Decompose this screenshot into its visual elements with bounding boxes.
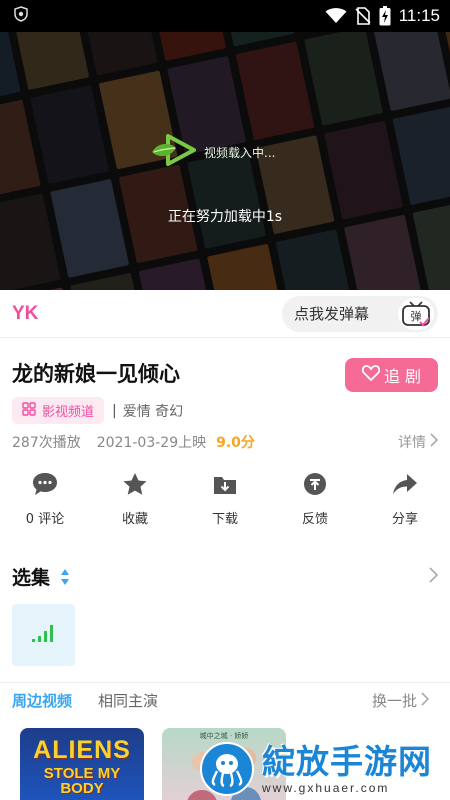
yk-logo: YK [12, 302, 39, 324]
chevron-right-icon [421, 691, 430, 710]
show-stats: 287次播放 2021-03-29上映 9.0分 详情 [12, 432, 439, 452]
episode-item[interactable] [12, 604, 75, 666]
wifi-icon [325, 8, 347, 24]
comment-label: 0 评论 [25, 512, 65, 527]
tab-related-videos[interactable]: 周边视频 [12, 690, 72, 711]
score: 9.0分 [216, 435, 255, 451]
play-count: 287次播放 [12, 435, 81, 451]
watermark-brand: 綻放手游网 [262, 742, 432, 781]
refresh-button[interactable]: 换一批 [372, 690, 430, 711]
danmaku-bar: YK 点我发弹幕 弹 [0, 290, 450, 338]
episodes-header: 选集 [12, 563, 439, 590]
playing-bars-icon [31, 623, 57, 647]
release-date: 2021-03-29上映 [96, 435, 207, 451]
comment-icon [32, 472, 58, 500]
heart-icon [361, 365, 381, 385]
related-video-thumbnail[interactable]: ALIENS STOLE MY BODY [20, 728, 144, 800]
battery-charging-icon [379, 6, 391, 26]
shield-notification-icon [14, 6, 28, 26]
share-label: 分享 [391, 512, 418, 527]
thumbnail-subtitle: STOLE MY BODY [20, 766, 144, 796]
show-tags: 影视频道 | 爱情 奇幻 [12, 397, 183, 424]
svg-text:弹: 弹 [411, 309, 422, 323]
download-label: 下载 [211, 512, 238, 527]
grid-icon [22, 401, 36, 420]
episodes-more-chevron-icon[interactable] [429, 566, 439, 587]
share-icon [392, 472, 418, 500]
thumbnail-title: ALIENS [33, 736, 131, 764]
danmaku-placeholder: 点我发弹幕 [294, 305, 370, 323]
follow-label: 追 剧 [383, 367, 422, 386]
related-tabs: 周边视频 相同主演 [12, 690, 158, 711]
genre-text: 爱情 奇幻 [122, 403, 184, 420]
loading-indicator: 视频载入中... [150, 130, 275, 174]
loading-status-text: 正在努力加载中1s [167, 209, 283, 225]
follow-button[interactable]: 追 剧 [345, 358, 438, 392]
danmaku-toggle-button[interactable]: 弹 [398, 297, 434, 330]
chevron-right-icon [430, 433, 439, 451]
detail-label: 详情 [398, 435, 426, 451]
tag-separator: | [112, 402, 117, 419]
comment-button[interactable]: 0 评论 [0, 472, 90, 532]
play-leaf-icon [150, 130, 200, 174]
watermark-url: www.gxhuaer.com [262, 781, 390, 795]
feedback-button[interactable]: 反馈 [270, 472, 360, 532]
loader-text: 视频载入中... [204, 145, 276, 160]
octopus-logo-icon [200, 742, 254, 796]
feedback-icon [303, 472, 327, 500]
thumbnail-subtitle-line2: BODY [60, 780, 104, 797]
feedback-label: 反馈 [301, 512, 328, 527]
danmaku-input[interactable]: 点我发弹幕 弹 [282, 295, 438, 332]
status-bar: 11:15 [0, 0, 450, 32]
site-watermark: 綻放手游网 www.gxhuaer.com [200, 738, 450, 800]
danmaku-tv-icon: 弹 [402, 300, 430, 326]
thumbnail-subtitle-line1: STOLE MY [43, 765, 121, 782]
video-player[interactable]: 视频载入中... 正在努力加载中1s [0, 32, 450, 290]
action-bar: 0 评论 收藏 下载 反馈 分享 [0, 472, 450, 532]
episodes-title: 选集 [12, 567, 51, 589]
no-sim-icon [355, 7, 371, 25]
star-icon [122, 472, 148, 500]
share-button[interactable]: 分享 [360, 472, 450, 532]
clock-time: 11:15 [398, 6, 440, 25]
favorite-label: 收藏 [121, 512, 148, 527]
download-icon [212, 472, 238, 500]
detail-link[interactable]: 详情 [398, 432, 439, 452]
download-button[interactable]: 下载 [180, 472, 270, 532]
show-title: 龙的新娘一见倾心 [12, 362, 180, 386]
tab-same-actors[interactable]: 相同主演 [98, 690, 158, 711]
refresh-label: 换一批 [372, 692, 418, 710]
favorite-button[interactable]: 收藏 [90, 472, 180, 532]
channel-tag[interactable]: 影视频道 [12, 397, 105, 424]
divider [0, 682, 450, 683]
channel-tag-label: 影视频道 [42, 405, 95, 420]
sort-icon[interactable] [60, 568, 70, 586]
